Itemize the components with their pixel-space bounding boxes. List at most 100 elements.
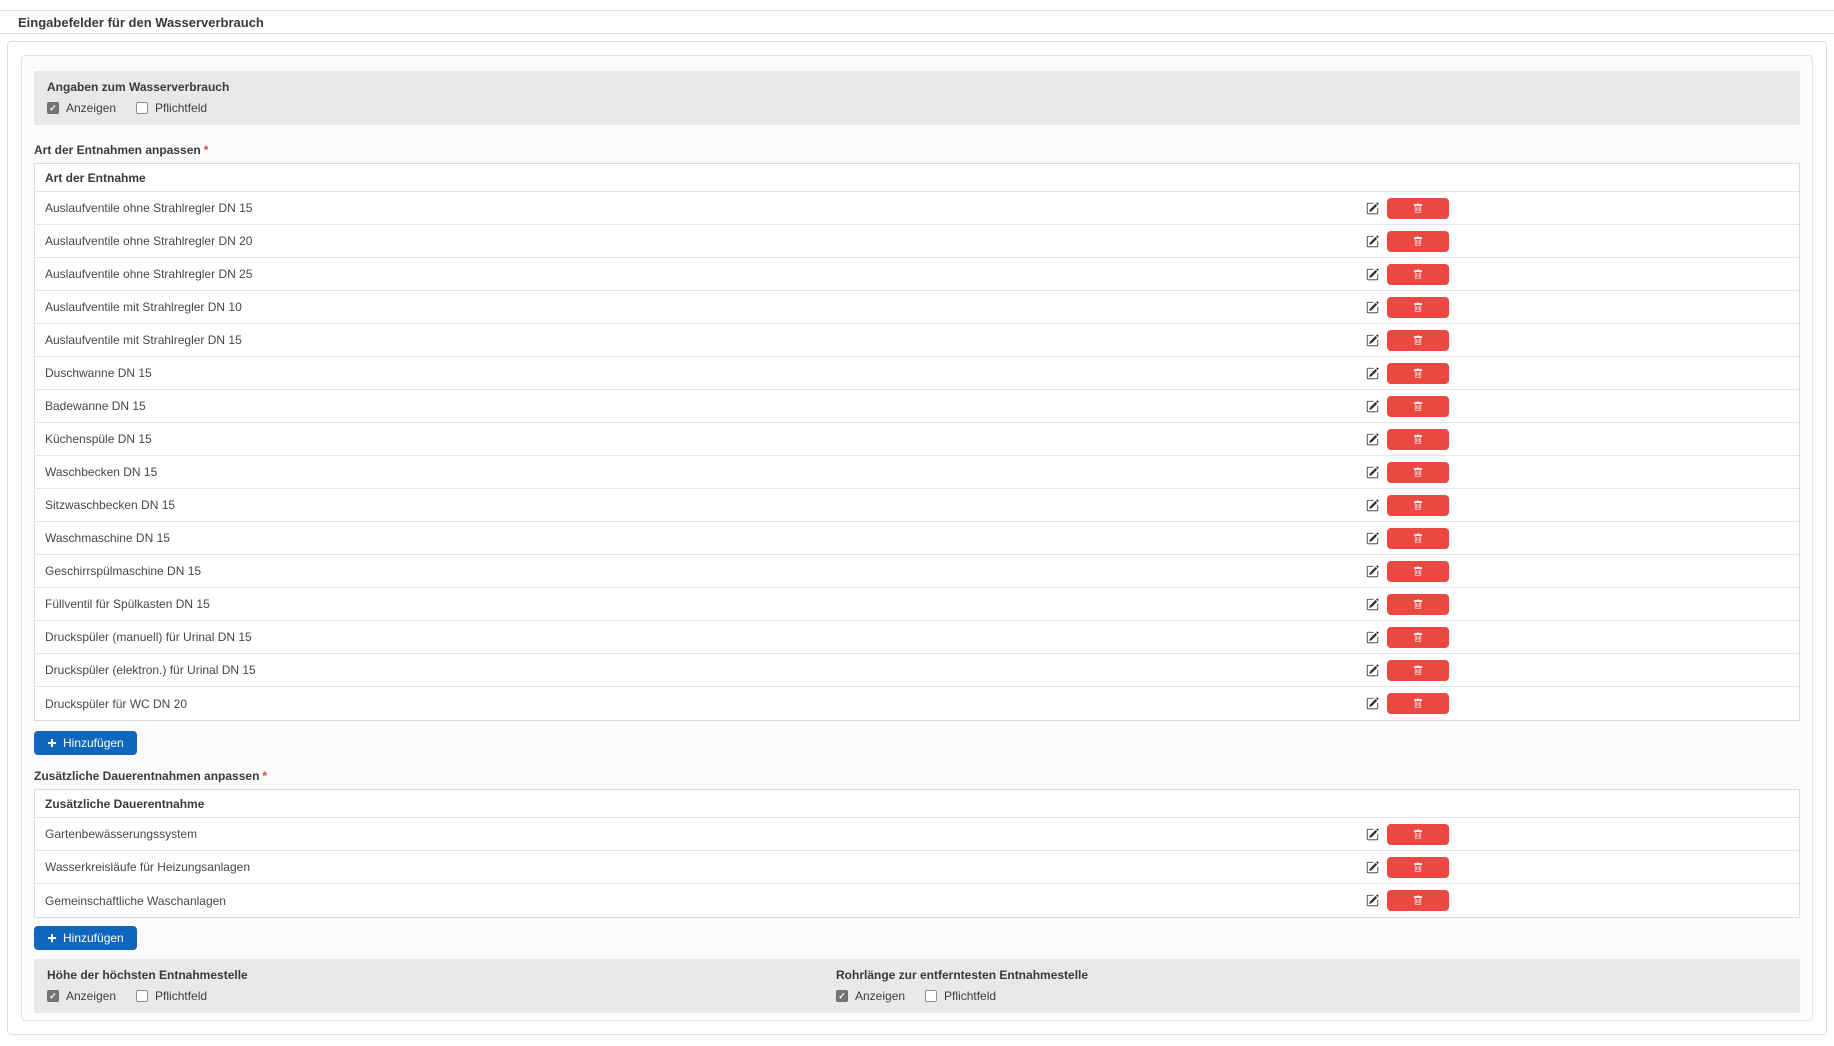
delete-button[interactable] [1387,693,1449,714]
row-label: Druckspüler (manuell) für Urinal DN 15 [45,630,1365,644]
edit-button[interactable] [1365,234,1380,249]
checkbox-icon[interactable] [47,102,59,114]
anzeigen-checkbox[interactable]: Anzeigen [47,101,116,115]
trash-icon [1413,500,1423,511]
section-title: Angaben zum Wasserverbrauch [47,80,1787,94]
edit-button[interactable] [1365,366,1380,381]
checkbox-icon[interactable] [836,990,848,1002]
delete-button[interactable] [1387,660,1449,681]
row-label: Duschwanne DN 15 [45,366,1365,380]
delete-button[interactable] [1387,857,1449,878]
pflichtfeld-checkbox[interactable]: Pflichtfeld [925,989,996,1003]
delete-button[interactable] [1387,396,1449,417]
edit-button[interactable] [1365,827,1380,842]
row-label: Küchenspüle DN 15 [45,432,1365,446]
edit-button[interactable] [1365,696,1380,711]
required-asterisk: * [262,769,267,783]
delete-button[interactable] [1387,627,1449,648]
delete-button[interactable] [1387,363,1449,384]
edit-button[interactable] [1365,597,1380,612]
edit-button[interactable] [1365,333,1380,348]
edit-button[interactable] [1365,300,1380,315]
row-label: Auslaufventile mit Strahlregler DN 10 [45,300,1365,314]
edit-button[interactable] [1365,893,1380,908]
anzeigen-checkbox[interactable]: Anzeigen [836,989,905,1003]
edit-button[interactable] [1365,465,1380,480]
checkbox-label: Anzeigen [66,101,116,115]
delete-button[interactable] [1387,198,1449,219]
edit-button[interactable] [1365,663,1380,678]
checkbox-icon[interactable] [136,990,148,1002]
row-actions [1365,627,1449,648]
table-row: Füllventil für Spülkasten DN 15 [35,588,1799,621]
edit-button[interactable] [1365,630,1380,645]
row-actions [1365,363,1449,384]
checkbox-icon[interactable] [925,990,937,1002]
delete-button[interactable] [1387,330,1449,351]
trash-icon [1413,566,1423,577]
table-row: Druckspüler (elektron.) für Urinal DN 15 [35,654,1799,687]
row-actions [1365,528,1449,549]
required-asterisk: * [204,143,209,157]
delete-button[interactable] [1387,297,1449,318]
delete-button[interactable] [1387,890,1449,911]
edit-button[interactable] [1365,531,1380,546]
edit-button[interactable] [1365,201,1380,216]
checkbox-icon[interactable] [47,990,59,1002]
trash-icon [1413,368,1423,379]
section-wasserverbrauch: Angaben zum Wasserverbrauch Anzeigen Pfl… [34,71,1800,125]
row-actions [1365,660,1449,681]
row-label: Waschbecken DN 15 [45,465,1365,479]
row-actions [1365,264,1449,285]
add-withdrawal-type-button[interactable]: Hinzufügen [34,731,137,755]
edit-button[interactable] [1365,267,1380,282]
add-button-label: Hinzufügen [63,736,124,750]
row-label: Geschirrspülmaschine DN 15 [45,564,1365,578]
withdrawal-types-table: Art der Entnahme Auslaufventile ohne Str… [34,163,1800,721]
table-row: Druckspüler (manuell) für Urinal DN 15 [35,621,1799,654]
edit-button[interactable] [1365,860,1380,875]
edit-button[interactable] [1365,498,1380,513]
table-row: Waschbecken DN 15 [35,456,1799,489]
delete-button[interactable] [1387,429,1449,450]
row-actions [1365,396,1449,417]
edit-button[interactable] [1365,564,1380,579]
pencil-square-icon [1366,861,1379,874]
pencil-square-icon [1366,894,1379,907]
row-actions [1365,693,1449,714]
table-row: Auslaufventile mit Strahlregler DN 10 [35,291,1799,324]
delete-button[interactable] [1387,231,1449,252]
edit-button[interactable] [1365,399,1380,414]
checkbox-icon[interactable] [136,102,148,114]
row-label: Waschmaschine DN 15 [45,531,1365,545]
table-row: Gemeinschaftliche Waschanlagen [35,884,1799,917]
row-actions [1365,594,1449,615]
delete-button[interactable] [1387,264,1449,285]
row-actions [1365,297,1449,318]
delete-button[interactable] [1387,495,1449,516]
row-actions [1365,495,1449,516]
add-continuous-withdrawal-button[interactable]: Hinzufügen [34,926,137,950]
delete-button[interactable] [1387,594,1449,615]
pencil-square-icon [1366,334,1379,347]
row-label: Auslaufventile ohne Strahlregler DN 25 [45,267,1365,281]
pflichtfeld-checkbox[interactable]: Pflichtfeld [136,989,207,1003]
delete-button[interactable] [1387,528,1449,549]
section-title: Rohrlänge zur entferntesten Entnahmestel… [836,968,1800,982]
pflichtfeld-checkbox[interactable]: Pflichtfeld [136,101,207,115]
checkbox-row: Anzeigen Pflichtfeld [47,989,836,1003]
table-row: Sitzwaschbecken DN 15 [35,489,1799,522]
delete-button[interactable] [1387,462,1449,483]
delete-button[interactable] [1387,561,1449,582]
delete-button[interactable] [1387,824,1449,845]
page-header: Eingabefelder für den Wasserverbrauch [0,10,1834,34]
plus-icon [47,738,57,748]
trash-icon [1413,533,1423,544]
pencil-square-icon [1366,235,1379,248]
row-label: Auslaufventile mit Strahlregler DN 15 [45,333,1365,347]
edit-button[interactable] [1365,432,1380,447]
pencil-square-icon [1366,697,1379,710]
anzeigen-checkbox[interactable]: Anzeigen [47,989,116,1003]
pencil-square-icon [1366,631,1379,644]
table-column-header: Zusätzliche Dauerentnahme [35,790,1799,818]
